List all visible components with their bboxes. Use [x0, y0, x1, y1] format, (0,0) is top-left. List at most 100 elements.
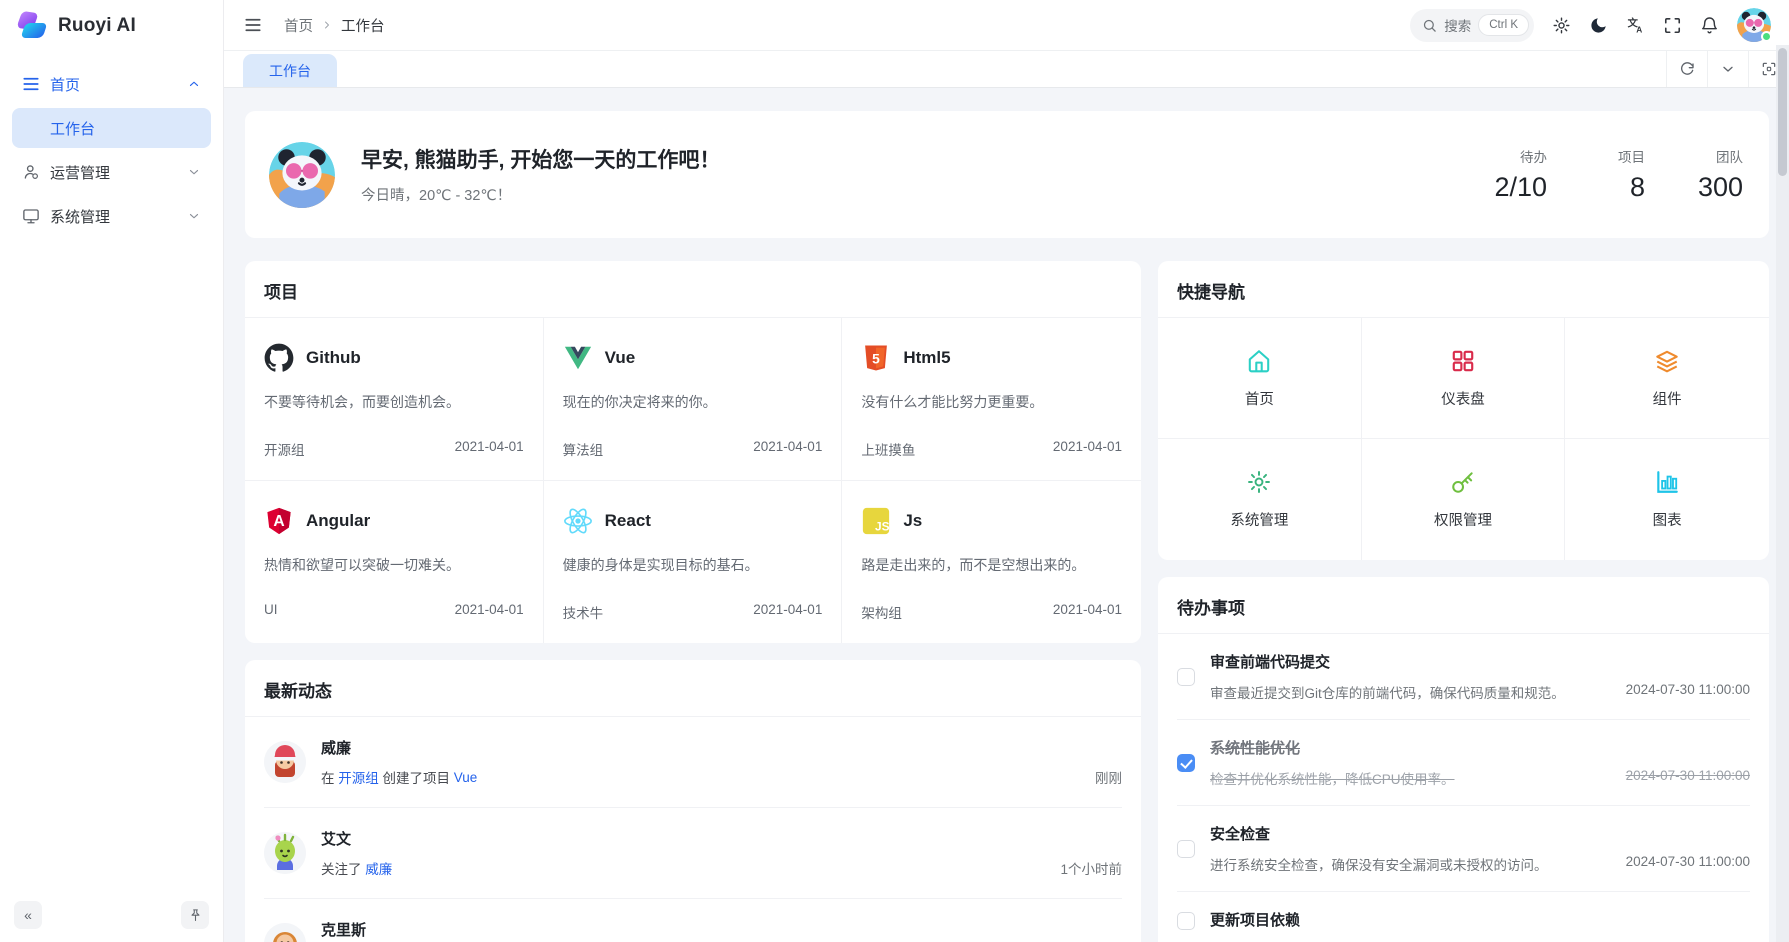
projects-title: 项目 [245, 261, 1141, 318]
project-name: React [605, 511, 651, 531]
todo-item-desc: 进行系统安全检查，确保没有安全漏洞或未授权的访问。 [1210, 854, 1548, 874]
tab-menu-button[interactable] [1707, 51, 1748, 87]
dashboard-icon [1450, 348, 1476, 374]
activity-body: 艾文 关注了 威廉 1个小时前 [321, 828, 1122, 878]
project-date: 2021-04-01 [455, 439, 524, 459]
activity-list: 威廉 在 开源组 创建了项目 Vue 刚刚 [245, 717, 1141, 942]
weather-note: 今日晴，20℃ - 32℃！ [361, 184, 720, 205]
sidebar-item-workbench[interactable]: 工作台 [12, 108, 211, 148]
home-icon [1246, 348, 1272, 374]
vertical-scrollbar[interactable] [1776, 45, 1789, 942]
project-name: Html5 [903, 348, 950, 368]
todo-checkbox-checked[interactable] [1177, 754, 1195, 772]
todo-item: 安全检查 进行系统安全检查，确保没有安全漏洞或未授权的访问。 2024-07-3… [1177, 806, 1750, 892]
tab-workbench[interactable]: 工作台 [243, 54, 337, 87]
gear-icon[interactable] [1552, 16, 1571, 35]
todo-checkbox[interactable] [1177, 668, 1195, 686]
stat-value: 2/10 [1494, 172, 1547, 203]
layers-icon [1654, 348, 1680, 374]
moon-icon[interactable] [1589, 16, 1608, 35]
activity-link-project[interactable]: Vue [454, 770, 478, 785]
maximize-icon [1761, 61, 1777, 77]
translate-icon[interactable] [1626, 16, 1645, 35]
quick-nav-charts[interactable]: 图表 [1565, 439, 1769, 560]
quick-nav-label: 组件 [1653, 388, 1682, 409]
quick-nav-home[interactable]: 首页 [1158, 318, 1362, 439]
chevron-down-icon [1720, 61, 1736, 77]
chevron-right-icon [321, 19, 333, 31]
sidebar-item-home[interactable]: 首页 [12, 64, 211, 104]
sidebar-item-system[interactable]: 系统管理 [12, 196, 211, 236]
tab-bar: 工作台 [224, 51, 1789, 88]
github-icon [264, 343, 294, 373]
vue-icon [563, 343, 593, 373]
project-group: 架构组 [861, 602, 902, 622]
project-name: Github [306, 348, 361, 368]
project-name: Js [903, 511, 922, 531]
refresh-button[interactable] [1666, 51, 1707, 87]
todo-title: 待办事项 [1158, 577, 1769, 634]
quick-nav-label: 系统管理 [1230, 509, 1288, 530]
js-icon [861, 506, 891, 536]
quick-nav-permissions[interactable]: 权限管理 [1362, 439, 1566, 560]
project-card-vue[interactable]: Vue 现在的你决定将来的你。 算法组2021-04-01 [544, 318, 843, 481]
stat-todo: 待办 2/10 [1494, 146, 1547, 203]
todo-checkbox[interactable] [1177, 840, 1195, 858]
project-date: 2021-04-01 [1053, 602, 1122, 622]
welcome-card: 早安, 熊猫助手, 开始您一天的工作吧！ 今日晴，20℃ - 32℃！ 待办 2… [245, 111, 1769, 238]
activity-title: 最新动态 [245, 660, 1141, 717]
activity-link-user[interactable]: 威廉 [365, 858, 392, 878]
todo-checkbox[interactable] [1177, 912, 1195, 930]
quick-nav-dashboard[interactable]: 仪表盘 [1362, 318, 1566, 439]
chevron-up-icon [187, 77, 201, 91]
pin-sidebar-button[interactable] [181, 901, 209, 929]
todo-item-title: 系统性能优化 [1210, 737, 1750, 758]
quick-nav-system[interactable]: 系统管理 [1158, 439, 1362, 560]
todo-item-desc: 审查最近提交到Git仓库的前端代码，确保代码质量和规范。 [1210, 682, 1565, 702]
sidebar-item-operations[interactable]: 运营管理 [12, 152, 211, 192]
project-desc: 没有什么才能比努力更重要。 [861, 392, 1122, 412]
app-title: Ruoyi AI [58, 15, 136, 37]
project-group: 上班摸鱼 [861, 439, 915, 459]
project-card-angular[interactable]: Angular 热情和欲望可以突破一切难关。 UI2021-04-01 [245, 481, 544, 643]
project-card-js[interactable]: Js 路是走出来的，而不是空想出来的。 架构组2021-04-01 [842, 481, 1141, 643]
breadcrumb-home[interactable]: 首页 [284, 15, 313, 36]
fullscreen-icon[interactable] [1663, 16, 1682, 35]
sidebar-item-label: 工作台 [50, 118, 95, 139]
sidebar-item-label: 首页 [50, 74, 80, 95]
hamburger-icon[interactable] [244, 16, 262, 34]
activity-body: 克里斯 发布了 个人动态 1天前 [321, 919, 1122, 942]
top-header: 首页 工作台 搜索 Ctrl K [224, 0, 1789, 51]
project-group: 开源组 [264, 439, 305, 459]
todo-item-title: 审查前端代码提交 [1210, 651, 1750, 672]
bell-icon[interactable] [1700, 16, 1719, 35]
user-avatar[interactable] [1737, 8, 1771, 42]
stat-value: 8 [1593, 172, 1645, 203]
project-group: UI [264, 602, 278, 617]
collapse-sidebar-button[interactable]: « [14, 901, 42, 929]
project-card-react[interactable]: React 健康的身体是实现目标的基石。 技术牛2021-04-01 [544, 481, 843, 643]
app-logo[interactable]: Ruoyi AI [0, 0, 223, 52]
activity-body: 威廉 在 开源组 创建了项目 Vue 刚刚 [321, 737, 1122, 787]
stat-label: 待办 [1494, 146, 1547, 166]
avatar [264, 923, 306, 942]
scrollbar-thumb[interactable] [1778, 48, 1787, 176]
chevron-down-icon [187, 209, 201, 223]
page-content: 早安, 熊猫助手, 开始您一天的工作吧！ 今日晴，20℃ - 32℃！ 待办 2… [224, 88, 1789, 942]
quick-nav-grid: 首页 仪表盘 组件 系 [1158, 318, 1769, 560]
stat-projects: 项目 8 [1593, 146, 1645, 203]
project-card-html5[interactable]: Html5 没有什么才能比努力更重要。 上班摸鱼2021-04-01 [842, 318, 1141, 481]
react-icon [563, 506, 593, 536]
activity-text: 关注了 [321, 858, 365, 878]
todo-item-date: 2024-07-30 11:00:00 [1612, 682, 1750, 702]
search-placeholder: 搜索 [1444, 15, 1471, 35]
todo-card: 待办事项 审查前端代码提交 审查最近提交到Git仓库的前端代码，确保代码质量和规… [1158, 577, 1769, 942]
search-input[interactable]: 搜索 Ctrl K [1410, 9, 1534, 42]
activity-link-group[interactable]: 开源组 [338, 767, 379, 787]
quick-nav-components[interactable]: 组件 [1565, 318, 1769, 439]
todo-list: 审查前端代码提交 审查最近提交到Git仓库的前端代码，确保代码质量和规范。 20… [1158, 634, 1769, 942]
project-card-github[interactable]: Github 不要等待机会，而要创造机会。 开源组2021-04-01 [245, 318, 544, 481]
activity-item: 威廉 在 开源组 创建了项目 Vue 刚刚 [264, 717, 1122, 808]
app-root: Ruoyi AI 首页 工作台 运营管理 系统管理 « [0, 0, 1789, 942]
content-columns: 项目 Github 不要等待机会，而要创造机会。 开源组2021-04-01 V… [245, 261, 1769, 942]
